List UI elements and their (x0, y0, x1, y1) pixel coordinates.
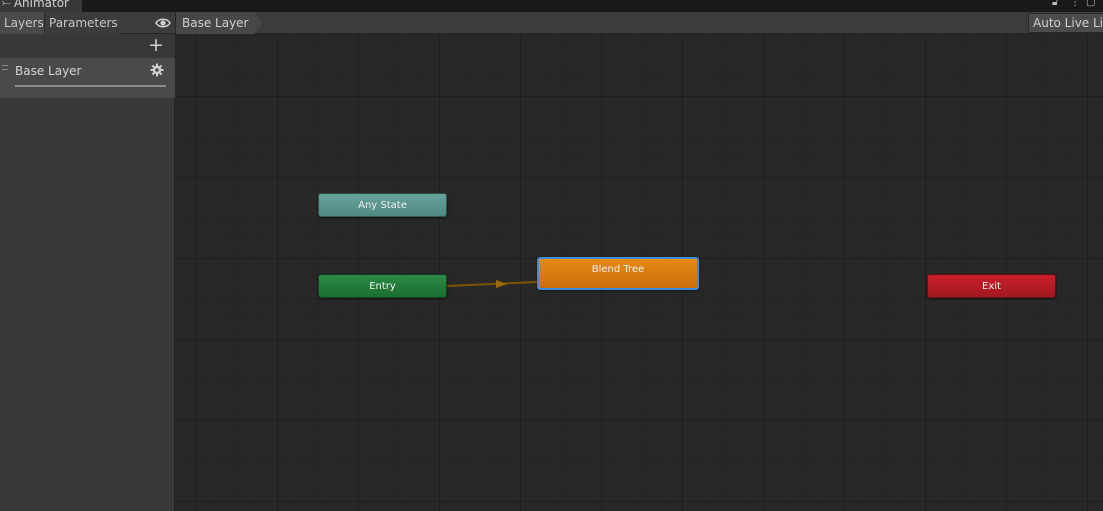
drag-handle-icon[interactable] (2, 65, 8, 70)
gear-icon[interactable] (150, 63, 164, 77)
graph-toolbar: Base Layer Auto Live Link (176, 12, 1103, 34)
entry-to-blend-tree-transition (446, 281, 538, 287)
layer-item-base-layer[interactable]: Base Layer (0, 58, 175, 98)
lock-icon[interactable]: 🔓︎ (1052, 0, 1058, 8)
window-title: Animator (13, 0, 69, 10)
blend-tree-node[interactable]: Blend Tree (537, 257, 699, 290)
tab-parameters[interactable]: Parameters (45, 12, 120, 34)
layers-panel: Layers Parameters + Base Layer (0, 12, 175, 511)
auto-live-link-button[interactable]: Auto Live Link (1028, 13, 1103, 33)
add-layer-row: + (0, 34, 175, 56)
breadcrumb[interactable]: Base Layer (176, 12, 263, 34)
exit-node[interactable]: Exit (927, 274, 1056, 298)
window-tabbar: ⤚ Animator 🔓︎ ⋮ ▢ (0, 0, 1103, 12)
animator-window-tab[interactable]: ⤚ Animator (0, 0, 82, 12)
entry-node[interactable]: Entry (318, 274, 447, 298)
animator-icon: ⤚ (2, 0, 11, 9)
maximize-icon[interactable]: ▢ (1086, 0, 1095, 8)
state-machine-graph[interactable]: Any State Entry Blend Tree Exit (176, 35, 1103, 511)
panel-tabs: Layers Parameters (0, 12, 175, 34)
more-options-icon[interactable]: ⋮ (1070, 0, 1080, 8)
eye-icon[interactable] (155, 16, 171, 30)
tab-layers[interactable]: Layers (0, 12, 45, 34)
layer-label: Base Layer (15, 64, 82, 78)
add-layer-button[interactable]: + (148, 35, 164, 55)
layer-weight-bar (15, 85, 166, 87)
any-state-node[interactable]: Any State (318, 193, 447, 217)
transition-arrow-icon (496, 280, 507, 288)
